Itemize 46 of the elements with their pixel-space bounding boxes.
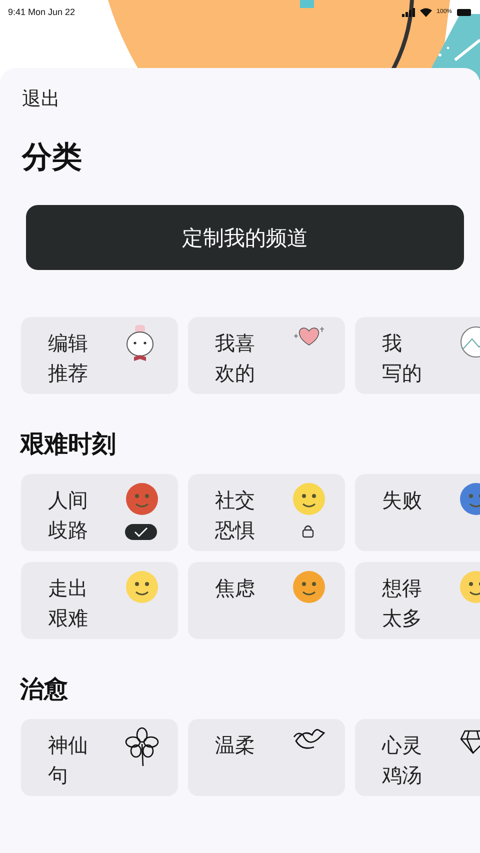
category-card[interactable]: 神仙 句: [21, 719, 178, 796]
card-label: 想得: [382, 575, 423, 602]
card-label: 社交: [215, 487, 256, 514]
card-label: 歧路: [48, 517, 89, 544]
category-card[interactable]: 走出 艰难: [21, 562, 178, 639]
card-label: 编辑: [48, 330, 89, 357]
card-label: 心灵: [382, 732, 423, 759]
card-label: 鸡汤: [382, 762, 423, 789]
card-label: 温柔: [215, 732, 256, 759]
card-label: 我: [382, 330, 403, 357]
category-card[interactable]: 焦虑: [188, 562, 345, 639]
status-time: 9:41 Mon Jun 22: [8, 7, 76, 17]
category-card[interactable]: 温柔: [188, 719, 345, 796]
card-label: 欢的: [215, 360, 256, 387]
heart-icon: [292, 325, 326, 347]
card-label: 焦虑: [215, 575, 256, 602]
category-card[interactable]: 社交 恐惧: [188, 474, 345, 551]
card-label: 太多: [382, 605, 423, 632]
battery-icon: [457, 8, 472, 16]
card-label: 人间: [48, 487, 89, 514]
check-icon: [134, 527, 148, 537]
wifi-icon: [420, 8, 432, 16]
flower-icon: [125, 727, 159, 767]
card-label: 写的: [382, 360, 423, 387]
category-card[interactable]: 人间 歧路: [21, 474, 178, 551]
card-label: 走出: [48, 575, 89, 602]
section-heading: 治愈: [20, 674, 69, 705]
category-card[interactable]: 想得 太多: [355, 562, 480, 639]
section-heading: 艰难时刻: [20, 429, 117, 460]
customize-channel-button[interactable]: 定制我的频道: [26, 205, 464, 270]
exit-link[interactable]: 退出: [22, 86, 60, 112]
category-card[interactable]: 失败: [355, 474, 480, 551]
signal-icon: [402, 8, 415, 16]
card-label: 失败: [382, 487, 423, 514]
card-label: 句: [48, 762, 69, 789]
category-card[interactable]: 我喜 欢的: [188, 317, 345, 394]
card-label: 我喜: [215, 330, 256, 357]
page-title: 分类: [22, 140, 83, 176]
card-label: 神仙: [48, 732, 89, 759]
card-label: 艰难: [48, 605, 89, 632]
mountain-picture-icon: [459, 325, 480, 359]
card-label: 恐惧: [215, 517, 256, 544]
card-label: 推荐: [48, 360, 89, 387]
category-card[interactable]: 编辑 推荐: [21, 317, 178, 394]
category-card[interactable]: 我 写的: [355, 317, 480, 394]
category-card[interactable]: 心灵 鸡汤: [355, 719, 480, 796]
